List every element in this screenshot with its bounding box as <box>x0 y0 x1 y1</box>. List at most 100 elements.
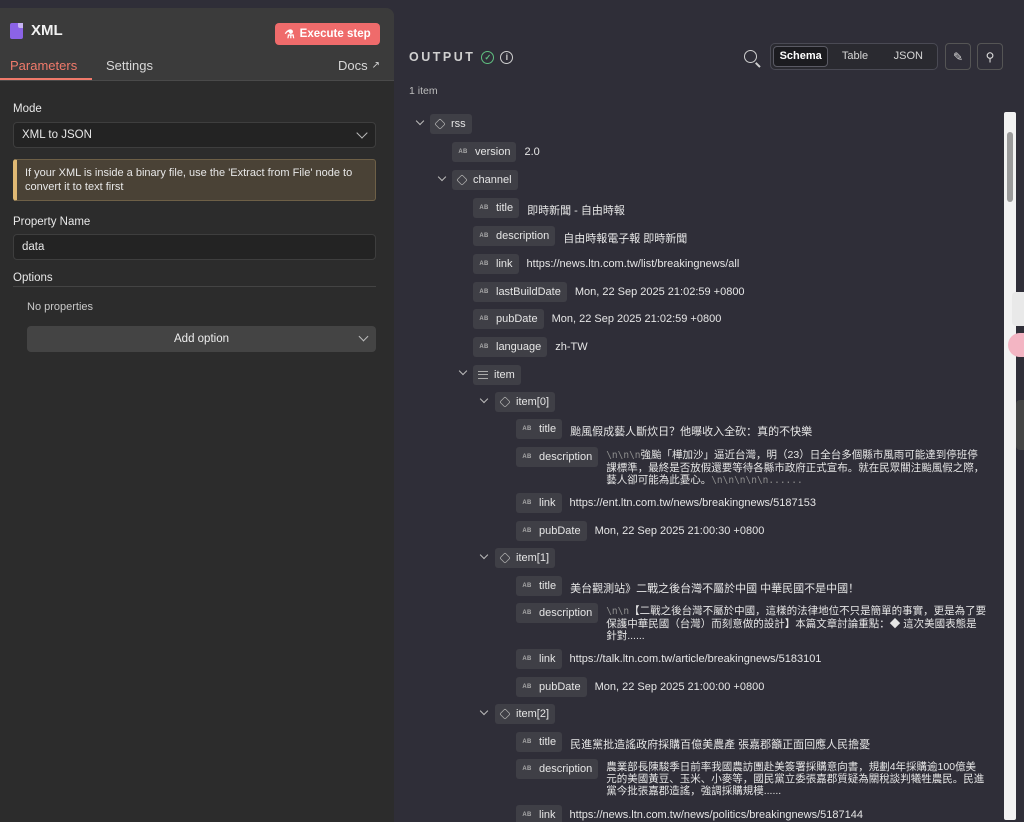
parameters-form: Mode XML to JSON If your XML is inside a… <box>0 81 394 822</box>
object-icon <box>456 174 468 186</box>
collapse-chevron-icon[interactable] <box>479 394 489 404</box>
schema-row-item-1[interactable]: item[1] <box>495 548 556 568</box>
scrollbar-thumb[interactable] <box>1007 132 1013 202</box>
object-icon <box>499 396 511 408</box>
schema-row-pubdate[interactable]: AB pubDate Mon, 22 Sep 2025 21:00:00 +080… <box>516 677 764 697</box>
schema-key-pill: AB link <box>473 254 519 274</box>
collapse-chevron-icon[interactable] <box>479 706 489 716</box>
xml-file-icon <box>10 22 23 39</box>
schema-row-title[interactable]: AB title 颱風假成藝人斷炊日？他曝收入全砍：真的不快樂 <box>516 419 812 439</box>
chevron-down-icon <box>358 331 369 342</box>
schema-row-link[interactable]: AB link https://ent.ltn.com.tw/news/break… <box>516 493 816 513</box>
schema-row-title[interactable]: AB title 美台觀測站》二戰之後台灣不屬於中國 中華民國不是中國！ <box>516 576 859 596</box>
schema-row-pubdate[interactable]: AB pubDate Mon, 22 Sep 2025 21:02:59 +080… <box>473 309 721 329</box>
schema-row-title[interactable]: AB title 即時新聞 - 自由時報 <box>473 198 625 218</box>
schema-row-description[interactable]: AB description \n\n\n強颱「樺加沙」逼近台灣，明（23）日全台… <box>516 447 986 487</box>
schema-value: https://ent.ltn.com.tw/news/breakingnews… <box>569 497 816 509</box>
schema-key: version <box>475 146 511 158</box>
string-type-icon: AB <box>479 344 489 350</box>
schema-row-lastbuilddate[interactable]: AB lastBuildDate Mon, 22 Sep 2025 21:02:5… <box>473 282 745 302</box>
schema-key-pill: item[0] <box>495 392 556 412</box>
schema-key-pill: AB title <box>516 576 563 596</box>
list-icon <box>478 371 488 379</box>
schema-key: language <box>496 341 542 353</box>
collapse-chevron-icon[interactable] <box>479 550 489 560</box>
schema-row-description[interactable]: AB description 農業部長陳駿季日前率我國農訪團赴美簽署採購意向書，規… <box>516 759 986 797</box>
schema-key-pill: AB version <box>452 142 517 162</box>
output-panel: OUTPUT ✓ i 1 item Schema Table JSON ✎ ⚲ … <box>394 30 1024 822</box>
schema-key-pill: item[2] <box>495 704 556 724</box>
execute-step-label: Execute step <box>299 28 371 40</box>
schema-key: link <box>539 809 556 821</box>
escape-sequence: \n\n\n <box>606 450 641 461</box>
schema-row-rss[interactable]: rss <box>430 114 472 134</box>
view-json[interactable]: JSON <box>882 46 935 67</box>
property-name-label: Property Name <box>13 216 91 228</box>
view-table[interactable]: Table <box>828 46 881 67</box>
schema-row-pubdate[interactable]: AB pubDate Mon, 22 Sep 2025 21:00:30 +080… <box>516 521 764 541</box>
tab-settings[interactable]: Settings <box>106 58 153 73</box>
schema-key-pill: AB description <box>473 226 556 246</box>
schema-value: \n\n【二戰之後台灣不屬於中國，這樣的法律地位不只是簡單的事實，更是為了要保護… <box>606 605 986 643</box>
vertical-scrollbar[interactable] <box>1004 112 1016 820</box>
schema-key-pill: AB title <box>516 419 563 439</box>
tab-parameters[interactable]: Parameters <box>10 58 77 73</box>
search-icon[interactable] <box>744 50 757 63</box>
schema-value: 颱風假成藝人斷炊日？他曝收入全砍：真的不快樂 <box>570 426 813 438</box>
schema-value: 農業部長陳駿季日前率我國農訪團赴美簽署採購意向書，規劃4年採購逾100億美元的美… <box>606 761 986 797</box>
view-schema[interactable]: Schema <box>773 46 829 67</box>
info-icon[interactable]: i <box>500 50 514 64</box>
node-title: XML <box>10 22 63 39</box>
mode-select[interactable]: XML to JSON <box>13 122 376 148</box>
schema-key: item[2] <box>516 708 550 720</box>
string-type-icon: AB <box>522 454 532 460</box>
schema-key: rss <box>451 118 466 130</box>
schema-row-link[interactable]: AB link https://news.ltn.com.tw/news/poli… <box>516 805 863 822</box>
add-option-label: Add option <box>174 333 229 345</box>
schema-row-link[interactable]: AB link https://news.ltn.com.tw/list/brea… <box>473 254 739 274</box>
schema-key-pill: AB link <box>516 805 562 822</box>
schema-key: description <box>496 230 550 242</box>
object-icon <box>499 708 511 720</box>
object-icon <box>499 552 511 564</box>
schema-row-language[interactable]: AB language zh-TW <box>473 337 588 357</box>
schema-key-pill: rss <box>430 114 472 134</box>
schema-value: Mon, 22 Sep 2025 21:00:30 +0800 <box>594 525 765 537</box>
collapse-chevron-icon[interactable] <box>415 116 425 126</box>
schema-value: Mon, 22 Sep 2025 21:02:59 +0800 <box>551 313 722 325</box>
pin-output-button[interactable]: ⚲ <box>977 43 1003 70</box>
add-option-button[interactable]: Add option <box>27 326 376 352</box>
side-drawer-handle[interactable] <box>1016 400 1024 450</box>
schema-key: pubDate <box>539 525 581 537</box>
schema-row-item[interactable]: item <box>473 365 521 385</box>
execute-step-button[interactable]: ⚗ Execute step <box>275 23 380 45</box>
schema-value: Mon, 22 Sep 2025 21:02:59 +0800 <box>574 286 745 298</box>
browser-extension-tab[interactable] <box>1012 292 1024 326</box>
schema-key-pill: AB title <box>516 732 563 752</box>
schema-key: link <box>496 258 513 270</box>
string-type-icon: AB <box>479 233 489 239</box>
schema-row-item-2[interactable]: item[2] <box>495 704 556 724</box>
options-divider <box>13 286 376 287</box>
property-name-input[interactable]: data <box>13 234 376 260</box>
schema-value: 民進黨批造謠政府採購百億美農產 張嘉郡籲正面回應人民擔憂 <box>570 739 871 751</box>
edit-output-button[interactable]: ✎ <box>945 43 971 70</box>
schema-tree: rss AB version 2.0 channel AB title 即時新聞 -… <box>394 110 1004 822</box>
collapse-chevron-icon[interactable] <box>458 366 468 376</box>
schema-row-description[interactable]: AB description 自由時報電子報 即時新聞 <box>473 226 687 246</box>
string-type-icon: AB <box>479 261 489 267</box>
collapse-chevron-icon[interactable] <box>437 172 447 182</box>
schema-row-title[interactable]: AB title 民進黨批造謠政府採購百億美農產 張嘉郡籲正面回應人民擔憂 <box>516 732 870 752</box>
external-link-icon: ↗ <box>371 60 380 71</box>
schema-key-pill: item[1] <box>495 548 556 568</box>
docs-link[interactable]: Docs ↗ <box>338 58 380 73</box>
schema-row-version[interactable]: AB version 2.0 <box>452 142 540 162</box>
schema-key: pubDate <box>539 681 581 693</box>
schema-row-link[interactable]: AB link https://talk.ltn.com.tw/article/b… <box>516 649 821 669</box>
schema-row-description[interactable]: AB description \n\n【二戰之後台灣不屬於中國，這樣的法律地位不只… <box>516 603 986 643</box>
schema-key: item[1] <box>516 552 550 564</box>
schema-row-item-0[interactable]: item[0] <box>495 392 556 412</box>
schema-key-pill: AB language <box>473 337 548 357</box>
schema-row-channel[interactable]: channel <box>452 170 518 190</box>
string-type-icon: AB <box>522 656 532 662</box>
